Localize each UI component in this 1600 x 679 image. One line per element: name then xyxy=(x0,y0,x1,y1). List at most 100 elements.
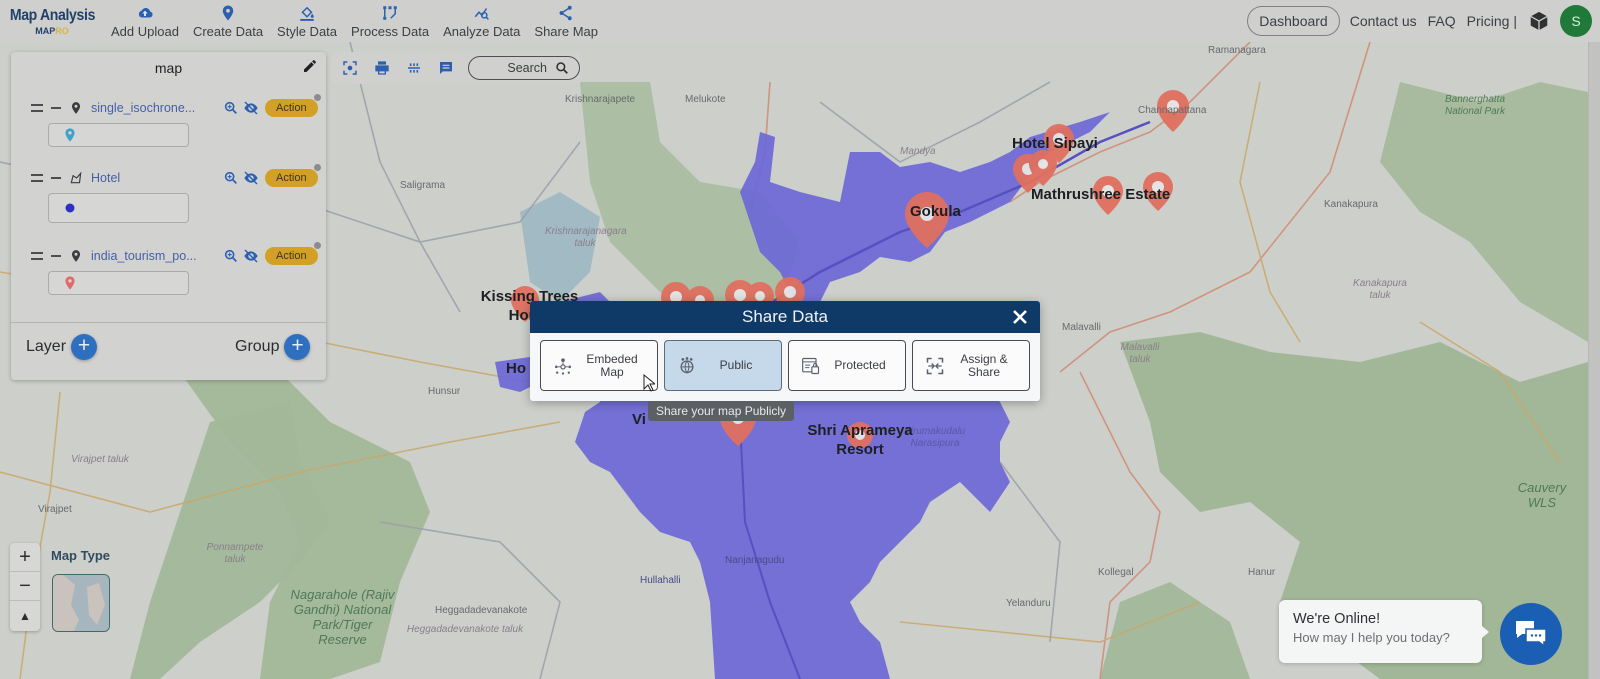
visibility-off-icon[interactable] xyxy=(243,248,259,264)
nav-label: Create Data xyxy=(192,24,264,39)
reset-north-button[interactable]: ▲ xyxy=(10,601,40,630)
group-label: Group xyxy=(235,338,280,355)
polygon-icon xyxy=(70,171,82,184)
layer-legend[interactable] xyxy=(48,193,189,223)
page-scrollbar[interactable] xyxy=(1588,42,1600,679)
map-park-label: Cauvery WLS xyxy=(1517,480,1567,510)
layer-legend[interactable] xyxy=(48,271,189,295)
nav-analyze-data[interactable]: Analyze Data xyxy=(436,2,527,42)
nav-label: Style Data xyxy=(277,24,338,39)
nav-share-map[interactable]: Share Map xyxy=(527,2,605,42)
layer-name[interactable]: single_isochrone... xyxy=(91,101,223,115)
drag-handle-icon[interactable] xyxy=(31,252,43,260)
comment-icon[interactable] xyxy=(438,60,454,76)
collapse-icon[interactable] xyxy=(51,107,61,109)
share-option-label: Protected xyxy=(834,358,886,372)
poi-label-mathrushree-estate: Mathrushree Estate xyxy=(1031,186,1171,203)
public-globe-icon xyxy=(680,356,694,373)
forest-area xyxy=(1380,82,1588,342)
brand-logo[interactable]: Map Analysis MAPRO xyxy=(0,0,104,42)
nav-add-upload[interactable]: Add Upload xyxy=(104,2,186,42)
brand-subtitle: MAPRO xyxy=(35,25,69,36)
map-park-label: Bannerghatta National Park xyxy=(1444,94,1506,117)
measure-icon[interactable] xyxy=(406,60,422,76)
chat-bubbles-icon xyxy=(1516,621,1547,648)
map-place-label: Heggadadevanakote xyxy=(435,605,528,616)
add-group-button[interactable]: + xyxy=(284,334,311,360)
protected-lock-icon xyxy=(802,357,820,374)
contact-us-link[interactable]: Contact us xyxy=(1350,13,1417,29)
satellite-thumbnail-icon xyxy=(53,575,109,631)
top-navbar: Map Analysis MAPRO Add Upload Create Dat… xyxy=(0,0,1600,42)
map-search-input[interactable]: Search xyxy=(468,56,580,80)
map-place-label: Hullahalli xyxy=(640,575,681,586)
map-place-label: Saligrama xyxy=(400,180,446,191)
edit-pencil-icon[interactable] xyxy=(302,58,318,74)
share-option-assign-share[interactable]: Assign & Share xyxy=(912,340,1030,391)
add-layer-button[interactable]: + xyxy=(71,334,98,360)
map-park-label: Nagarahole (Rajiv Gandhi) National Park/… xyxy=(290,587,395,647)
status-dot xyxy=(313,94,321,101)
poi-label-gokula: Gokula xyxy=(910,203,961,220)
map-place-label: Krishnarajapete xyxy=(565,94,636,105)
layer-panel: map single_isochrone... Action Hotel Act… xyxy=(11,52,326,380)
cyan-pin-icon xyxy=(65,128,75,142)
share-option-public[interactable]: Public xyxy=(664,340,782,391)
drag-handle-icon[interactable] xyxy=(31,104,43,112)
map-region-label: Heggadadevanakote taluk xyxy=(406,624,524,635)
forest-area xyxy=(1100,582,1250,679)
zoom-to-layer-icon[interactable] xyxy=(223,248,239,264)
layer-name[interactable]: india_tourism_po... xyxy=(91,249,223,263)
user-avatar[interactable]: S xyxy=(1560,5,1592,37)
collapse-icon[interactable] xyxy=(51,255,61,257)
pricing-link[interactable]: Pricing | xyxy=(1467,13,1517,29)
nav-label: Process Data xyxy=(351,24,430,39)
print-icon[interactable] xyxy=(374,60,390,76)
map-place-label: Ramanagara xyxy=(1208,45,1266,56)
map-place-label: Virajpet xyxy=(38,504,72,515)
collapse-icon[interactable] xyxy=(51,177,61,179)
map-place-label: Nanjanagudu xyxy=(725,555,785,566)
dashboard-button[interactable]: Dashboard xyxy=(1247,6,1340,36)
layer-action-button[interactable]: Action xyxy=(265,242,321,265)
layer-action-button[interactable]: Action xyxy=(265,94,321,117)
fullscreen-focus-icon[interactable] xyxy=(342,60,358,76)
share-option-label: Assign & Share xyxy=(960,351,1008,379)
chat-launcher-button[interactable] xyxy=(1500,603,1562,665)
status-dot xyxy=(313,164,321,171)
nav-process-data[interactable]: Process Data xyxy=(344,2,436,42)
layer-legend[interactable] xyxy=(48,123,189,147)
cube-icon[interactable] xyxy=(1528,10,1550,32)
share-option-embeded-map[interactable]: Embeded Map xyxy=(540,340,658,391)
nav-style-data[interactable]: Style Data xyxy=(270,2,344,42)
layer-item: Hotel Action xyxy=(11,164,326,231)
share-option-protected[interactable]: Protected xyxy=(788,340,906,391)
nav-create-data[interactable]: Create Data xyxy=(186,2,270,42)
map-place-label: Melukote xyxy=(685,94,726,105)
map-region-label: Virajpet taluk xyxy=(71,454,129,465)
public-tooltip: Share your map Publicly xyxy=(648,401,795,421)
zoom-to-layer-icon[interactable] xyxy=(223,100,239,116)
point-icon xyxy=(71,250,81,262)
main-nav: Add Upload Create Data Style Data Proces… xyxy=(104,0,605,42)
drag-handle-icon[interactable] xyxy=(31,174,43,182)
search-placeholder: Search xyxy=(507,61,547,75)
visibility-off-icon[interactable] xyxy=(243,100,259,116)
map-type-thumbnail[interactable] xyxy=(52,574,110,632)
modal-header: Share Data xyxy=(530,301,1040,333)
map-place-label: Mandya xyxy=(900,146,936,157)
nav-label: Analyze Data xyxy=(443,24,521,39)
layer-action-button[interactable]: Action xyxy=(265,164,321,187)
zoom-in-button[interactable]: + xyxy=(10,543,40,572)
zoom-to-layer-icon[interactable] xyxy=(223,170,239,186)
close-icon[interactable] xyxy=(1008,305,1032,329)
visibility-off-icon[interactable] xyxy=(243,170,259,186)
layer-label: Layer xyxy=(26,338,67,355)
add-layer: Layer + xyxy=(26,334,98,360)
chat-greeting[interactable]: We're Online! How may I help you today? xyxy=(1279,600,1489,663)
faq-link[interactable]: FAQ xyxy=(1428,13,1456,29)
share-options: Embeded Map Public Protected Assign & Sh… xyxy=(530,333,1040,398)
layer-name[interactable]: Hotel xyxy=(91,171,223,185)
blue-dot-icon xyxy=(65,203,75,213)
zoom-out-button[interactable]: − xyxy=(10,572,40,601)
